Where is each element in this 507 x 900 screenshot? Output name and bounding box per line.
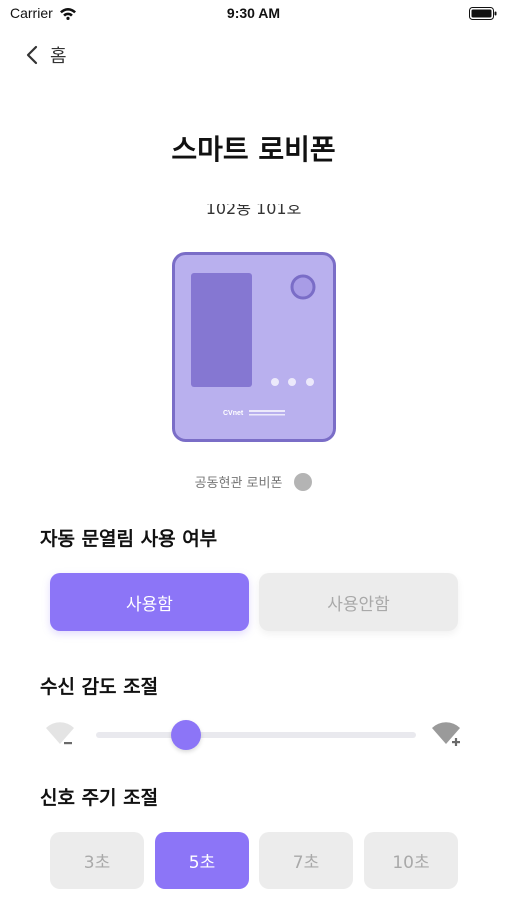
period-3s-button[interactable]: 3초 bbox=[50, 832, 144, 889]
period-label: 신호 주기 조절 bbox=[40, 787, 159, 809]
lobby-phone-illustration: CVnet bbox=[172, 252, 336, 442]
wifi-low-icon bbox=[46, 722, 74, 745]
wifi-high-icon bbox=[432, 722, 460, 746]
slider-thumb[interactable] bbox=[170, 720, 201, 750]
chevron-left-icon bbox=[26, 45, 38, 65]
page-title: 스마트 로비폰 bbox=[171, 133, 336, 166]
period-5s-button[interactable]: 5초 bbox=[155, 832, 249, 889]
status-time: 9:30 AM bbox=[226, 5, 281, 21]
device-caption: 공동현관 로비폰 bbox=[0, 472, 507, 491]
battery-icon bbox=[469, 7, 497, 20]
use-button[interactable]: 사용함 bbox=[50, 573, 249, 631]
back-button[interactable]: 홈 bbox=[26, 42, 67, 68]
period-7s-button[interactable]: 7초 bbox=[259, 832, 353, 889]
slider-track[interactable] bbox=[96, 732, 416, 738]
period-10s-button[interactable]: 10초 bbox=[364, 832, 458, 889]
sensitivity-slider[interactable] bbox=[44, 716, 468, 756]
not-use-button[interactable]: 사용안함 bbox=[259, 573, 458, 631]
back-label: 홈 bbox=[50, 46, 67, 67]
sensitivity-label: 수신 감도 조절 bbox=[40, 676, 159, 698]
status-indicator bbox=[294, 472, 313, 491]
device-name: 공동현관 로비폰 bbox=[194, 476, 283, 491]
device-brand: CVnet bbox=[223, 410, 244, 417]
unit-label: 102동 101호 bbox=[205, 204, 302, 218]
status-bar: Carrier 9:30 AM bbox=[0, 0, 507, 28]
auto-open-label: 자동 문열림 사용 여부 bbox=[40, 528, 218, 550]
